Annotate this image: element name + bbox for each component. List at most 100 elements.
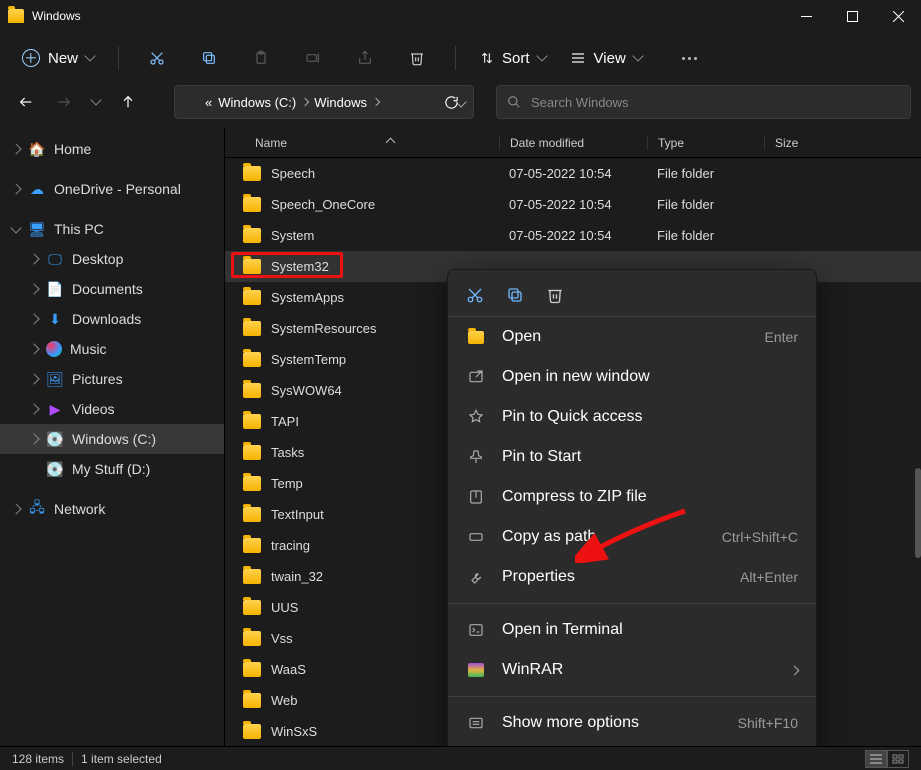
more-button[interactable] (670, 40, 710, 76)
recent-button[interactable] (86, 86, 106, 118)
header-type[interactable]: Type (647, 136, 764, 150)
file-name: System32 (271, 259, 329, 274)
window-title: Windows (32, 9, 81, 23)
crumb-folder[interactable]: Windows (314, 95, 379, 110)
back-button[interactable] (10, 86, 42, 118)
column-headers: Name Date modified Type Size (225, 128, 921, 158)
copy-button[interactable] (504, 284, 526, 306)
view-button[interactable]: View (564, 50, 648, 67)
crumb-laquo[interactable]: « (205, 95, 212, 110)
path-icon (466, 529, 486, 545)
delete-button[interactable] (544, 284, 566, 306)
sort-ascending-icon (386, 138, 396, 148)
sidebar-d-drive[interactable]: 💽My Stuff (D:) (0, 454, 224, 484)
ctx-pin-start[interactable]: Pin to Start (448, 437, 816, 477)
sidebar-pictures[interactable]: 🖼Pictures (0, 364, 224, 394)
pin-icon (466, 409, 486, 425)
crumb-drive[interactable]: Windows (C:) (218, 95, 308, 110)
header-name[interactable]: Name (225, 136, 499, 150)
ctx-zip[interactable]: Compress to ZIP file (448, 477, 816, 517)
close-button[interactable] (875, 0, 921, 32)
music-icon (46, 341, 62, 357)
header-size[interactable]: Size (764, 136, 921, 150)
sidebar-network[interactable]: 🖧Network (0, 494, 224, 524)
ctx-winrar[interactable]: WinRAR (448, 650, 816, 690)
up-button[interactable] (112, 86, 144, 118)
file-name: Tasks (271, 445, 304, 460)
cut-button[interactable] (464, 284, 486, 306)
folder-icon (243, 321, 261, 336)
sidebar-onedrive[interactable]: ☁OneDrive - Personal (0, 174, 224, 204)
table-row[interactable]: System07-05-2022 10:54File folder (225, 220, 921, 251)
forward-button[interactable] (48, 86, 80, 118)
file-name: Vss (271, 631, 293, 646)
file-name: Web (271, 693, 298, 708)
file-type: File folder (647, 197, 764, 212)
ctx-open[interactable]: OpenEnter (448, 317, 816, 357)
chevron-right-icon (28, 343, 39, 354)
sidebar-documents[interactable]: 📄Documents (0, 274, 224, 304)
drive-icon: 💽 (46, 460, 64, 478)
sidebar-downloads[interactable]: ⬇Downloads (0, 304, 224, 334)
chevron-right-icon (28, 373, 39, 384)
sidebar-thispc[interactable]: 🖥This PC (0, 214, 224, 244)
sidebar-music[interactable]: Music (0, 334, 224, 364)
window-icon (8, 9, 24, 23)
address-bar[interactable]: « Windows (C:) Windows (174, 85, 474, 119)
sidebar: 🏠Home ☁OneDrive - Personal 🖥This PC 🖵Des… (0, 128, 225, 746)
rename-button[interactable] (293, 40, 333, 76)
folder-icon (243, 724, 261, 739)
ctx-terminal[interactable]: Open in Terminal (448, 610, 816, 650)
table-row[interactable]: Speech07-05-2022 10:54File folder (225, 158, 921, 189)
ctx-copy-path[interactable]: Copy as pathCtrl+Shift+C (448, 517, 816, 557)
header-date[interactable]: Date modified (499, 136, 647, 150)
chevron-right-icon (372, 98, 380, 106)
chevron-down-icon (536, 50, 547, 61)
paste-button[interactable] (241, 40, 281, 76)
folder-icon (243, 507, 261, 522)
refresh-button[interactable] (435, 95, 467, 110)
dots-icon (682, 57, 697, 60)
folder-icon (243, 662, 261, 677)
search-box[interactable]: Search Windows (496, 85, 911, 119)
file-date: 07-05-2022 10:54 (499, 197, 647, 212)
cut-button[interactable] (137, 40, 177, 76)
videos-icon: ▶ (46, 400, 64, 418)
minimize-button[interactable] (783, 0, 829, 32)
new-button[interactable]: New (16, 43, 100, 73)
file-name: Speech_OneCore (271, 197, 375, 212)
winrar-icon (466, 663, 486, 677)
pictures-icon: 🖼 (46, 370, 64, 388)
sidebar-home[interactable]: 🏠Home (0, 134, 224, 164)
share-button[interactable] (345, 40, 385, 76)
terminal-icon (466, 622, 486, 638)
file-name: Speech (271, 166, 315, 181)
file-date: 07-05-2022 10:54 (499, 166, 647, 181)
content: Name Date modified Type Size Speech 07-05… (225, 128, 921, 746)
scrollbar-thumb[interactable] (915, 468, 921, 558)
window-controls (783, 0, 921, 32)
details-view-button[interactable] (865, 750, 887, 768)
ctx-more[interactable]: Show more optionsShift+F10 (448, 703, 816, 743)
folder-icon (243, 476, 261, 491)
chevron-right-icon (10, 143, 21, 154)
folder-icon (243, 569, 261, 584)
ctx-pin-quick[interactable]: Pin to Quick access (448, 397, 816, 437)
copy-button[interactable] (189, 40, 229, 76)
pin-icon (466, 449, 486, 465)
file-name: WinSxS (271, 724, 317, 739)
sidebar-videos[interactable]: ▶Videos (0, 394, 224, 424)
chevron-down-icon (632, 50, 643, 61)
ctx-new-window[interactable]: Open in new window (448, 357, 816, 397)
sidebar-c-drive[interactable]: 💽Windows (C:) (0, 424, 224, 454)
icons-view-button[interactable] (887, 750, 909, 768)
maximize-button[interactable] (829, 0, 875, 32)
chevron-down-icon (90, 94, 101, 105)
table-row[interactable]: Speech_OneCore 07-05-2022 10:54File folde… (225, 189, 921, 220)
sort-button[interactable]: Sort (474, 50, 552, 67)
separator (448, 603, 816, 604)
sidebar-desktop[interactable]: 🖵Desktop (0, 244, 224, 274)
delete-button[interactable] (397, 40, 437, 76)
chevron-right-icon (28, 283, 39, 294)
ctx-properties[interactable]: PropertiesAlt+Enter (448, 557, 816, 597)
